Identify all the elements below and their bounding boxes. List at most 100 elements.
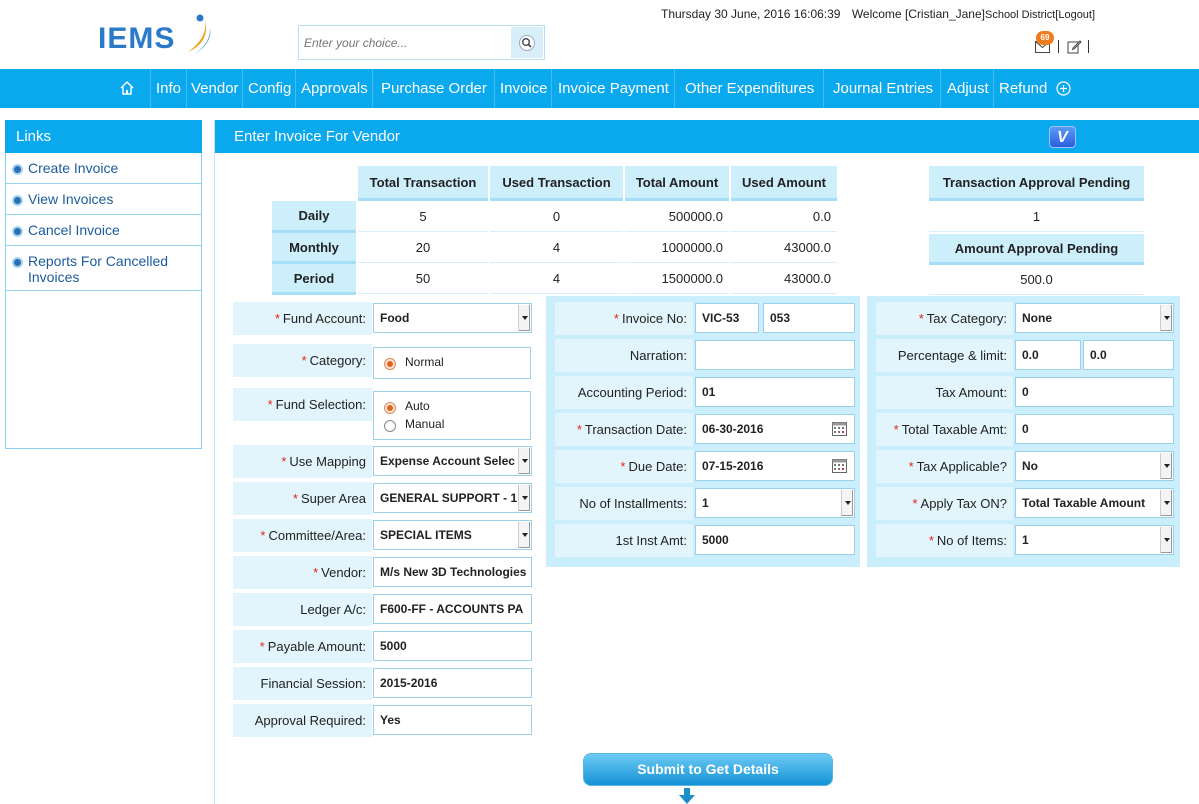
content-divider — [214, 120, 215, 804]
required-marker: * — [259, 639, 265, 654]
narration-field[interactable] — [695, 340, 855, 370]
required-marker: * — [274, 311, 280, 326]
use-mapping-select[interactable]: Expense Account Selec — [373, 446, 532, 476]
nav-item-config[interactable]: Config — [248, 69, 291, 108]
edit-icon[interactable] — [1067, 39, 1082, 54]
cell-monthly-used-amt: 43000.0 — [731, 232, 837, 263]
bullet-icon — [12, 257, 23, 268]
nav-item-info[interactable]: Info — [156, 69, 181, 108]
cell-daily-total-tx: 5 — [358, 201, 488, 232]
committee-select[interactable]: SPECIAL ITEMS — [373, 520, 532, 550]
select-value: SPECIAL ITEMS — [380, 528, 472, 542]
label-text: Apply Tax ON? — [920, 496, 1007, 511]
nav-item-invoice-payment[interactable]: Invoice Payment — [558, 69, 669, 108]
payable-amount-field[interactable]: 5000 — [373, 631, 532, 661]
required-marker: * — [613, 311, 619, 326]
radio-manual[interactable] — [384, 420, 396, 432]
submit-button[interactable]: Submit to Get Details — [583, 753, 833, 786]
nav-divider — [372, 69, 373, 108]
district-name: School District — [984, 9, 1056, 21]
transaction-date-field[interactable]: 06-30-2016 — [695, 414, 855, 444]
required-marker: * — [292, 491, 298, 506]
limit-field[interactable]: 0.0 — [1083, 340, 1174, 370]
apply-tax-on-select[interactable]: Total Taxable Amount — [1015, 488, 1174, 518]
installments-label: No of Installments: — [555, 487, 693, 520]
v-button[interactable]: V — [1049, 126, 1076, 148]
cell-daily-used-tx: 0 — [490, 201, 623, 232]
nav-item-approvals[interactable]: Approvals — [301, 69, 368, 108]
financial-session-label: Financial Session: — [233, 667, 372, 700]
sidebar-item-cancel-invoice[interactable]: Cancel Invoice — [6, 215, 201, 246]
calendar-icon[interactable] — [832, 459, 847, 473]
dropdown-caret-icon — [1164, 316, 1170, 320]
nav-item-invoice[interactable]: Invoice — [500, 69, 548, 108]
amt-approval-pending-value: 500.0 — [929, 265, 1144, 295]
sidebar-item-label: Create Invoice — [28, 160, 119, 176]
nav-item-adjust[interactable]: Adjust — [947, 69, 989, 108]
fund-account-select[interactable]: Food — [373, 303, 532, 333]
tax-applicable-select[interactable]: No — [1015, 451, 1174, 481]
accounting-period-label: Accounting Period: — [555, 376, 693, 409]
logout-link[interactable]: [Logout] — [1055, 9, 1095, 21]
fund-account-label: * Fund Account: — [233, 302, 372, 335]
no-items-select[interactable]: 1 — [1015, 525, 1174, 555]
nav-item-refund[interactable]: Refund — [999, 69, 1047, 108]
nav-item-vendor[interactable]: Vendor — [191, 69, 239, 108]
add-circle-icon[interactable] — [1056, 81, 1071, 96]
tax-amount-label: Tax Amount: — [876, 376, 1013, 409]
cell-period-total-amt: 1500000.0 — [625, 263, 729, 294]
invoice-prefix-field[interactable]: VIC-53 — [695, 303, 759, 333]
mail-button[interactable]: 69 — [1034, 31, 1054, 54]
cell-monthly-used-tx: 4 — [490, 232, 623, 263]
use-mapping-label: * Use Mapping — [233, 445, 372, 478]
required-marker: * — [281, 454, 287, 469]
sidebar-item-create-invoice[interactable]: Create Invoice — [6, 153, 201, 184]
nav-item-journal-entries[interactable]: Journal Entries — [833, 69, 933, 108]
nav-divider — [823, 69, 824, 108]
nav-divider — [242, 69, 243, 108]
sidebar-item-reports-cancelled[interactable]: Reports For Cancelled Invoices — [6, 246, 201, 291]
header: IEMS Thursday 30 June, 2016 16:06:39 Wel… — [0, 0, 1199, 69]
approval-required-field[interactable]: Yes — [373, 705, 532, 735]
vendor-field[interactable]: M/s New 3D Technologies — [373, 557, 532, 587]
label-text: Committee/Area: — [268, 528, 366, 543]
tax-category-select[interactable]: None — [1015, 303, 1174, 333]
first-inst-field[interactable]: 5000 — [695, 525, 855, 555]
tax-amount-field[interactable]: 0 — [1015, 377, 1174, 407]
cell-period-total-tx: 50 — [358, 263, 488, 294]
sidebar-item-label: Cancel Invoice — [28, 222, 120, 238]
installments-select[interactable]: 1 — [695, 488, 855, 518]
apply-tax-on-label: * Apply Tax ON? — [876, 487, 1013, 520]
search-button[interactable] — [511, 27, 543, 58]
calendar-icon[interactable] — [832, 422, 847, 436]
search-input[interactable] — [301, 28, 511, 57]
nav-item-other-expenditures[interactable]: Other Expenditures — [685, 69, 814, 108]
percentage-field[interactable]: 0.0 — [1015, 340, 1081, 370]
super-area-select[interactable]: GENERAL SUPPORT - 1 — [373, 483, 532, 513]
fund-selection-label: * Fund Selection: — [233, 388, 372, 421]
home-icon[interactable] — [119, 80, 135, 96]
logo-swoosh-icon — [188, 14, 211, 54]
search-icon — [519, 34, 535, 51]
sidebar-item-view-invoices[interactable]: View Invoices — [6, 184, 201, 215]
ledger-field[interactable]: F600-FF - ACCOUNTS PA — [373, 594, 532, 624]
cell-period-used-tx: 4 — [490, 263, 623, 294]
total-taxable-field[interactable]: 0 — [1015, 414, 1174, 444]
cell-monthly-total-tx: 20 — [358, 232, 488, 263]
iems-logo[interactable]: IEMS — [98, 10, 214, 58]
welcome-text: Welcome [Cristian_Jane] — [851, 7, 985, 21]
radio-auto[interactable] — [384, 402, 396, 414]
invoice-number-field[interactable]: 053 — [763, 303, 855, 333]
nav-item-purchase-order[interactable]: Purchase Order — [381, 69, 487, 108]
select-value: None — [1022, 311, 1052, 325]
label-text: Due Date: — [628, 459, 687, 474]
radio-normal[interactable] — [384, 358, 396, 370]
accounting-period-field[interactable]: 01 — [695, 377, 855, 407]
radio-label: Manual — [405, 417, 445, 431]
due-date-field[interactable]: 07-15-2016 — [695, 451, 855, 481]
dropdown-caret-icon — [522, 459, 528, 463]
required-marker: * — [928, 533, 934, 548]
financial-session-field[interactable]: 2015-2016 — [373, 668, 532, 698]
payable-amount-label: * Payable Amount: — [233, 630, 372, 663]
dropdown-caret-icon — [522, 316, 528, 320]
